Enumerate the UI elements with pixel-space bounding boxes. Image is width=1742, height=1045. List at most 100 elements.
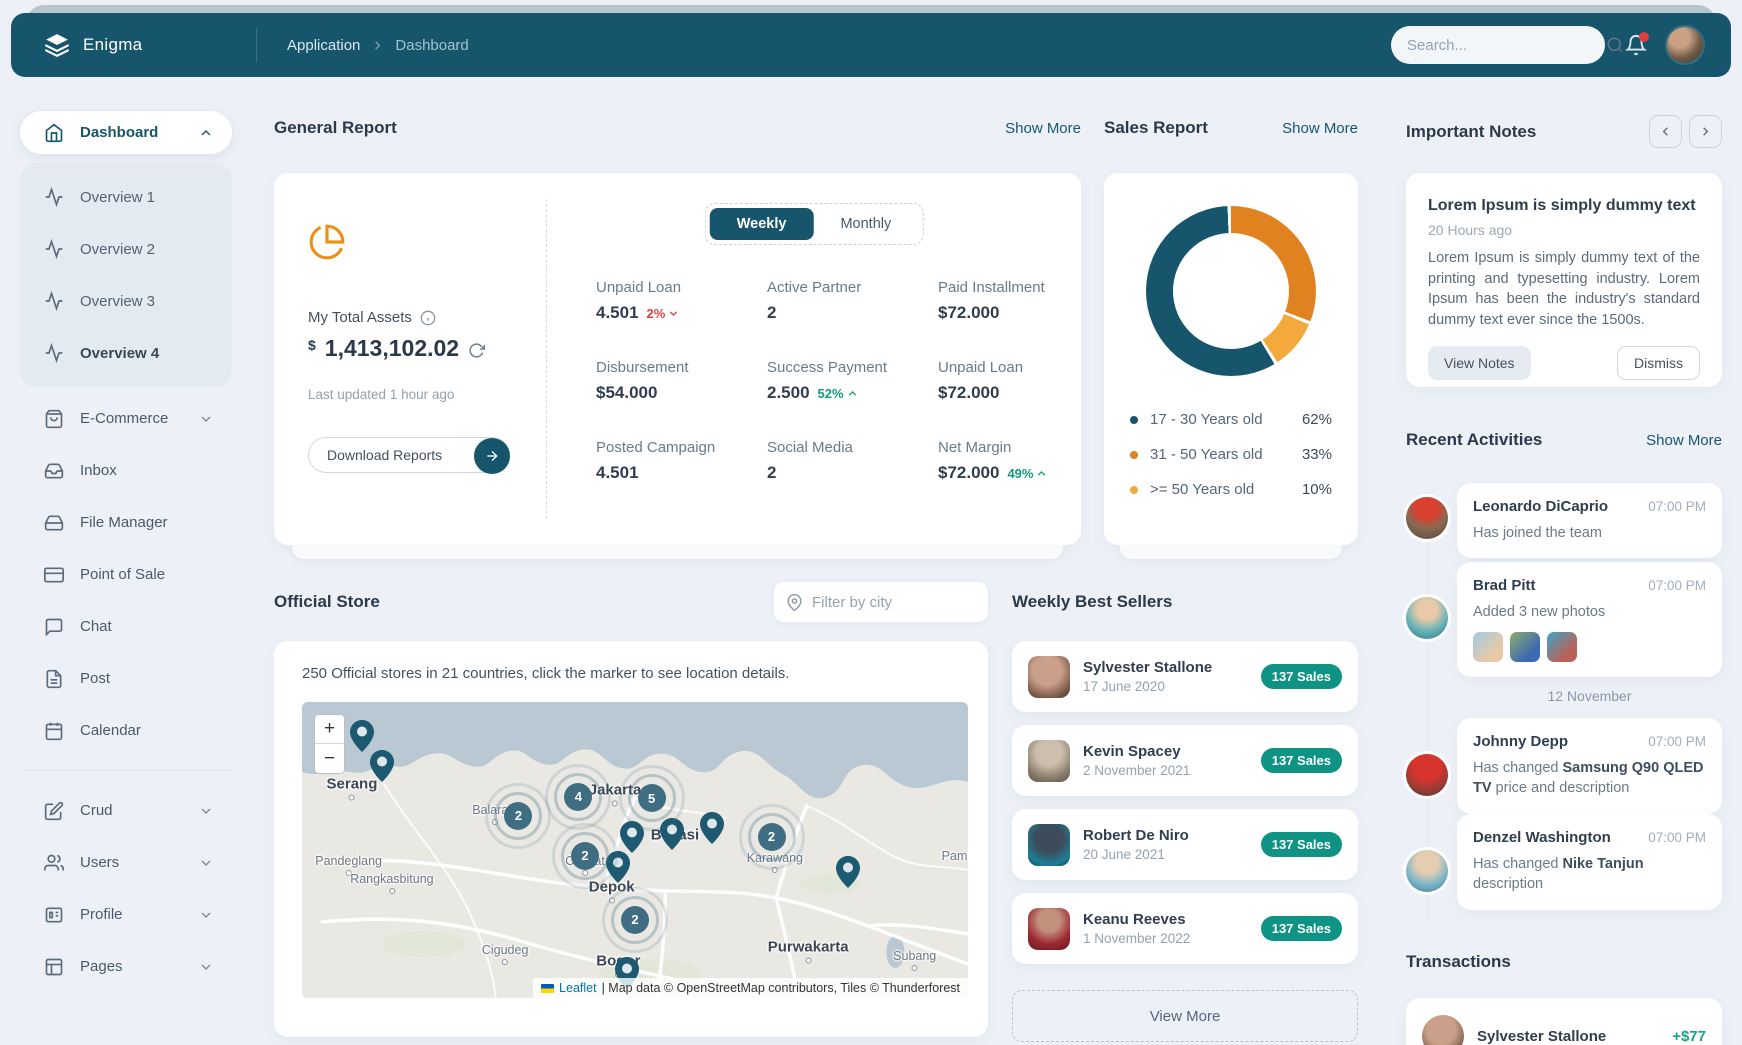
activity-time: 07:00 PM [1648, 499, 1706, 514]
map-cluster[interactable]: 2 [758, 823, 786, 851]
sidebar-item-file-manager[interactable]: File Manager [20, 501, 232, 544]
legend-label: 31 - 50 Years old [1150, 446, 1263, 463]
notifications-button[interactable] [1625, 34, 1647, 56]
refresh-icon[interactable] [468, 342, 485, 359]
notes-next-button[interactable] [1689, 115, 1722, 148]
photo-thumbnail[interactable] [1473, 632, 1503, 662]
sales-report-show-more[interactable]: Show More [1282, 120, 1358, 137]
tab-monthly[interactable]: Monthly [813, 208, 918, 240]
legend-dot [1130, 486, 1138, 494]
activity-avatar[interactable] [1406, 497, 1448, 539]
stat-label: Disbursement [596, 359, 767, 376]
map-city-label: Purwakarta [768, 938, 849, 963]
stat-cell: Unpaid Loan $72.000 [938, 359, 1108, 439]
city-dot [389, 888, 395, 894]
map-cluster[interactable]: 2 [621, 906, 649, 934]
map-cluster[interactable]: 2 [571, 842, 599, 870]
sidebar-item-inbox[interactable]: Inbox [20, 449, 232, 492]
activity-item[interactable]: Leonardo DiCaprio 07:00 PM Has joined th… [1457, 483, 1722, 558]
sidebar-item-profile[interactable]: Profile [20, 893, 232, 936]
activity-icon [44, 343, 64, 363]
map-cluster[interactable]: 5 [638, 784, 666, 812]
stat-value: 2.500 [767, 383, 810, 403]
best-sellers-list: Sylvester Stallone 17 June 2020 137 Sale… [1012, 641, 1358, 1042]
map-marker[interactable] [350, 720, 374, 752]
search-icon[interactable] [1606, 36, 1624, 54]
map-city-label: Rangkasbitung [350, 872, 433, 894]
sidebar-item-chat[interactable]: Chat [20, 605, 232, 648]
sales-donut-chart[interactable] [1146, 206, 1316, 376]
section-title: Recent Activities [1406, 430, 1542, 450]
sidebar-item-overview-4[interactable]: Overview 4 [20, 327, 232, 379]
activity-avatar[interactable] [1406, 850, 1448, 892]
activity-avatar[interactable] [1406, 597, 1448, 639]
map-cluster[interactable]: 2 [504, 802, 532, 830]
filter-city-input[interactable] [812, 594, 976, 611]
sidebar-item-overview-1[interactable]: Overview 1 [20, 171, 232, 223]
arrow-right-icon[interactable] [474, 438, 510, 474]
seller-row[interactable]: Sylvester Stallone 17 June 2020 137 Sale… [1012, 641, 1358, 712]
seller-row[interactable]: Keanu Reeves 1 November 2022 137 Sales [1012, 893, 1358, 964]
note-title: Lorem Ipsum is simply dummy text [1428, 197, 1700, 215]
filter-by-city-box[interactable] [774, 582, 988, 622]
important-notes-header: Important Notes [1406, 115, 1722, 148]
home-icon [44, 123, 64, 143]
map-marker[interactable] [370, 750, 394, 782]
sidebar-item-label: E-Commerce [80, 410, 168, 427]
view-notes-button[interactable]: View Notes [1428, 346, 1531, 380]
breadcrumb-dashboard[interactable]: Dashboard [395, 37, 468, 54]
zoom-out-button[interactable]: − [315, 744, 344, 773]
stat-label: Unpaid Loan [596, 279, 767, 296]
chevron-down-icon [198, 855, 214, 871]
sidebar-item-dashboard[interactable]: Dashboard [20, 111, 232, 154]
map-marker[interactable] [700, 812, 724, 844]
activity-item[interactable]: Denzel Washington 07:00 PM Has changed N… [1457, 814, 1722, 910]
photo-thumbnail[interactable] [1547, 632, 1577, 662]
notes-prev-button[interactable] [1649, 115, 1682, 148]
leaflet-link[interactable]: Leaflet [559, 981, 597, 995]
stat-delta: 52% [818, 386, 859, 401]
sidebar-item-pages[interactable]: Pages [20, 945, 232, 988]
notification-dot [1639, 32, 1649, 42]
dismiss-button[interactable]: Dismiss [1617, 346, 1700, 380]
activity-icon [44, 291, 64, 311]
activity-item[interactable]: Brad Pitt 07:00 PM Added 3 new photos [1457, 562, 1722, 677]
sidebar-item-users[interactable]: Users [20, 841, 232, 884]
tab-weekly[interactable]: Weekly [710, 208, 814, 240]
breadcrumb-application[interactable]: Application [287, 37, 360, 54]
currency-symbol: $ [308, 337, 316, 353]
activities-show-more[interactable]: Show More [1646, 432, 1722, 449]
store-map[interactable]: Serang Balaraja Jakarta Bekasi Karawang … [302, 702, 968, 998]
sidebar-item-calendar[interactable]: Calendar [20, 709, 232, 752]
photo-thumbnail[interactable] [1510, 632, 1540, 662]
activity-avatar[interactable] [1406, 754, 1448, 796]
brand-name: Enigma [83, 35, 142, 55]
sidebar-item-point-of-sale[interactable]: Point of Sale [20, 553, 232, 596]
info-icon[interactable] [420, 310, 436, 326]
search-input[interactable] [1407, 37, 1606, 54]
sidebar-item-post[interactable]: Post [20, 657, 232, 700]
seller-row[interactable]: Robert De Niro 20 June 2021 137 Sales [1012, 809, 1358, 880]
seller-date: 2 November 2021 [1083, 763, 1190, 778]
user-avatar[interactable] [1667, 27, 1703, 63]
sidebar-item-ecommerce[interactable]: E-Commerce [20, 397, 232, 440]
seller-photo [1028, 908, 1070, 950]
download-reports-button[interactable]: Download Reports [308, 437, 510, 473]
brand[interactable]: Enigma [11, 32, 256, 58]
map-cluster[interactable]: 4 [564, 783, 592, 811]
sidebar-item-overview-3[interactable]: Overview 3 [20, 275, 232, 327]
sidebar-item-crud[interactable]: Crud [20, 789, 232, 832]
activity-item[interactable]: Johnny Depp 07:00 PM Has changed Samsung… [1457, 718, 1722, 814]
zoom-in-button[interactable]: + [315, 715, 344, 744]
map-marker[interactable] [836, 856, 860, 888]
seller-row[interactable]: Kevin Spacey 2 November 2021 137 Sales [1012, 725, 1358, 796]
transaction-row[interactable]: Sylvester Stallone +$77 [1406, 998, 1722, 1045]
sidebar-item-overview-2[interactable]: Overview 2 [20, 223, 232, 275]
view-more-button[interactable]: View More [1012, 990, 1358, 1042]
seller-photo [1028, 740, 1070, 782]
dashboard-page: Enigma Application Dashboard Dashboard [0, 0, 1742, 1045]
search-box[interactable] [1391, 26, 1605, 64]
general-report-show-more[interactable]: Show More [1005, 120, 1081, 137]
activity-time: 07:00 PM [1648, 830, 1706, 845]
ukraine-flag-icon [541, 984, 554, 993]
